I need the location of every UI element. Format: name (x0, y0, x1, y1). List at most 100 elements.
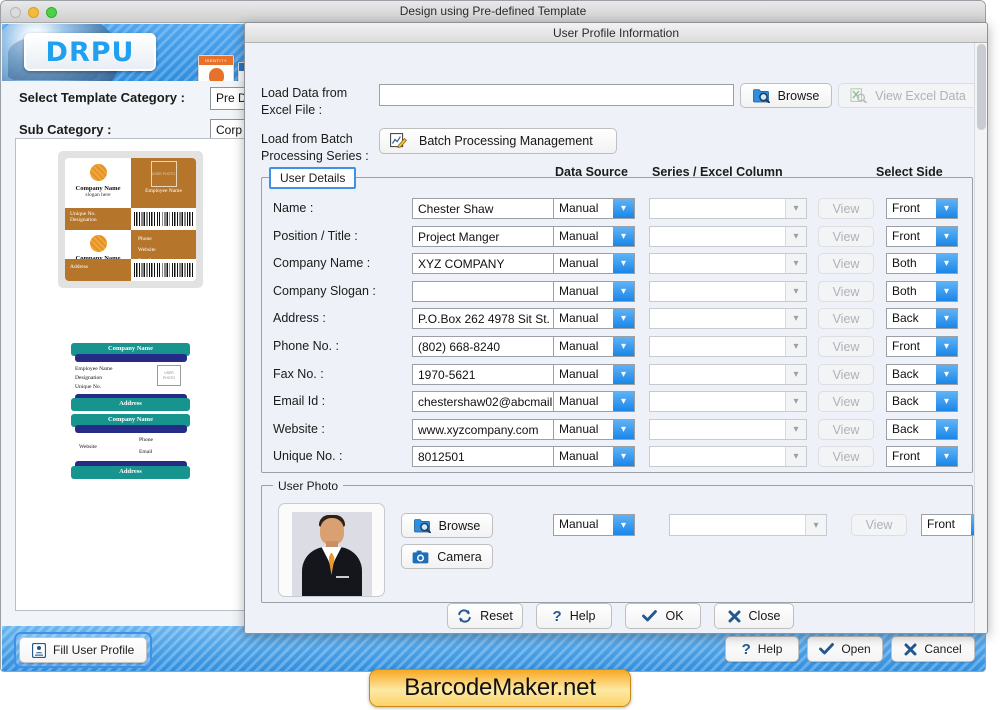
field-series-value-7 (650, 392, 785, 411)
field-input-1[interactable]: Project Manger (412, 226, 562, 247)
field-data-source-8[interactable]: Manual ▾ (553, 419, 635, 440)
tpl1-barcode-1 (131, 208, 196, 230)
template-card-2-preview: Company Name Employee Name Designation U… (65, 343, 196, 481)
tpl2-photo-placeholder: USER PHOTO (157, 365, 181, 386)
field-series-7[interactable]: ▾ (649, 391, 807, 412)
field-view-button-3[interactable]: View (818, 281, 874, 302)
field-select-side-1[interactable]: Front ▾ (886, 226, 958, 247)
reset-button[interactable]: Reset (447, 603, 523, 629)
field-series-9[interactable]: ▾ (649, 446, 807, 467)
field-input-5[interactable]: (802) 668-8240 (412, 336, 562, 357)
footer-open-button[interactable]: Open (807, 636, 883, 662)
field-select-side-5[interactable]: Front ▾ (886, 336, 958, 357)
footer-help-button[interactable]: ? Help (725, 636, 799, 662)
field-select-side-6[interactable]: Back ▾ (886, 364, 958, 385)
field-input-3[interactable] (412, 281, 562, 302)
field-input-9[interactable]: 8012501 (412, 446, 562, 467)
template-category-label: Select Template Category : (19, 90, 185, 105)
field-series-value-1 (650, 227, 785, 246)
field-data-source-5[interactable]: Manual ▾ (553, 336, 635, 357)
field-series-value-8 (650, 420, 785, 439)
field-select-side-3[interactable]: Both ▾ (886, 281, 958, 302)
field-series-0[interactable]: ▾ (649, 198, 807, 219)
photo-view-button[interactable]: View (851, 514, 907, 536)
field-series-4[interactable]: ▾ (649, 308, 807, 329)
footer-cancel-button[interactable]: Cancel (891, 636, 975, 662)
field-series-3[interactable]: ▾ (649, 281, 807, 302)
field-data-source-6[interactable]: Manual ▾ (553, 364, 635, 385)
field-input-8[interactable]: www.xyzcompany.com (412, 419, 562, 440)
excel-path-input[interactable] (379, 84, 734, 106)
field-view-button-4[interactable]: View (818, 308, 874, 329)
field-label-3: Company Slogan : (273, 284, 376, 298)
tpl1-designation: Designation (70, 217, 97, 223)
field-data-source-9[interactable]: Manual ▾ (553, 446, 635, 467)
dialog-scrollbar[interactable] (974, 43, 987, 633)
field-series-6[interactable]: ▾ (649, 364, 807, 385)
footer-help-label: Help (757, 642, 783, 656)
tpl2-employee-name: Employee Name (75, 366, 113, 372)
field-select-side-4[interactable]: Back ▾ (886, 308, 958, 329)
chevron-down-icon: ▾ (613, 447, 634, 466)
field-data-source-4[interactable]: Manual ▾ (553, 308, 635, 329)
user-photo-preview[interactable] (278, 503, 385, 597)
field-series-5[interactable]: ▾ (649, 336, 807, 357)
browse-icon (752, 88, 770, 103)
field-data-source-7[interactable]: Manual ▾ (553, 391, 635, 412)
field-view-button-9[interactable]: View (818, 446, 874, 467)
main-window-title: Design using Pre-defined Template (399, 4, 587, 18)
field-select-side-7[interactable]: Back ▾ (886, 391, 958, 412)
field-select-side-8[interactable]: Back ▾ (886, 419, 958, 440)
template-card-2[interactable]: Company Name Employee Name Designation U… (58, 336, 203, 488)
batch-processing-management-button[interactable]: Batch Processing Management (379, 128, 617, 154)
field-data-source-2[interactable]: Manual ▾ (553, 253, 635, 274)
photo-browse-label: Browse (438, 518, 481, 533)
barcode-graphic (134, 263, 193, 277)
photo-view-label: View (865, 518, 893, 532)
id-card-icon (32, 642, 46, 658)
browse-excel-button[interactable]: Browse (740, 83, 832, 108)
ok-button[interactable]: OK (625, 603, 701, 629)
field-select-side-value-7: Back (892, 394, 919, 408)
chevron-down-icon: ▾ (936, 282, 957, 301)
field-select-side-9[interactable]: Front ▾ (886, 446, 958, 467)
tab-user-details-label: User Details (280, 171, 346, 185)
dialog-title: User Profile Information (245, 23, 987, 43)
field-input-0[interactable]: Chester Shaw (412, 198, 562, 219)
field-view-button-5[interactable]: View (818, 336, 874, 357)
field-view-button-0[interactable]: View (818, 198, 874, 219)
photo-series-select[interactable]: ▾ (669, 514, 827, 536)
field-data-source-value-3: Manual (559, 284, 599, 298)
chevron-down-icon: ▾ (936, 199, 957, 218)
field-series-8[interactable]: ▾ (649, 419, 807, 440)
dialog-help-button[interactable]: ? Help (536, 603, 612, 629)
template-card-1[interactable]: Company Name slogan here USER PHOTO Empl… (58, 151, 203, 288)
field-series-2[interactable]: ▾ (649, 253, 807, 274)
field-data-source-0[interactable]: Manual ▾ (553, 198, 635, 219)
tpl1-phone: Phone (138, 236, 152, 242)
field-select-side-0[interactable]: Front ▾ (886, 198, 958, 219)
photo-data-source-select[interactable]: Manual ▾ (553, 514, 635, 536)
photo-browse-button[interactable]: Browse (401, 513, 493, 538)
fill-user-profile-button[interactable]: Fill User Profile (19, 637, 148, 663)
field-input-7[interactable]: chestershaw02@abcmail. (412, 391, 562, 412)
field-select-side-2[interactable]: Both ▾ (886, 253, 958, 274)
field-series-1[interactable]: ▾ (649, 226, 807, 247)
field-data-source-3[interactable]: Manual ▾ (553, 281, 635, 302)
field-view-button-8[interactable]: View (818, 419, 874, 440)
batch-processing-management-label: Batch Processing Management (419, 134, 593, 148)
dialog-scrollbar-thumb[interactable] (977, 44, 986, 130)
close-button[interactable]: Close (714, 603, 794, 629)
drpu-logo-text: DRPU (45, 36, 135, 68)
field-input-2[interactable]: XYZ COMPANY (412, 253, 562, 274)
field-input-4[interactable]: P.O.Box 262 4978 Sit St. (412, 308, 562, 329)
field-view-button-6[interactable]: View (818, 364, 874, 385)
field-data-source-1[interactable]: Manual ▾ (553, 226, 635, 247)
field-view-button-2[interactable]: View (818, 253, 874, 274)
field-view-button-7[interactable]: View (818, 391, 874, 412)
field-input-6[interactable]: 1970-5621 (412, 364, 562, 385)
photo-camera-button[interactable]: Camera (401, 544, 493, 569)
tab-user-details[interactable]: User Details (269, 167, 357, 189)
field-view-button-1[interactable]: View (818, 226, 874, 247)
view-excel-data-button[interactable]: View Excel Data (838, 83, 978, 108)
